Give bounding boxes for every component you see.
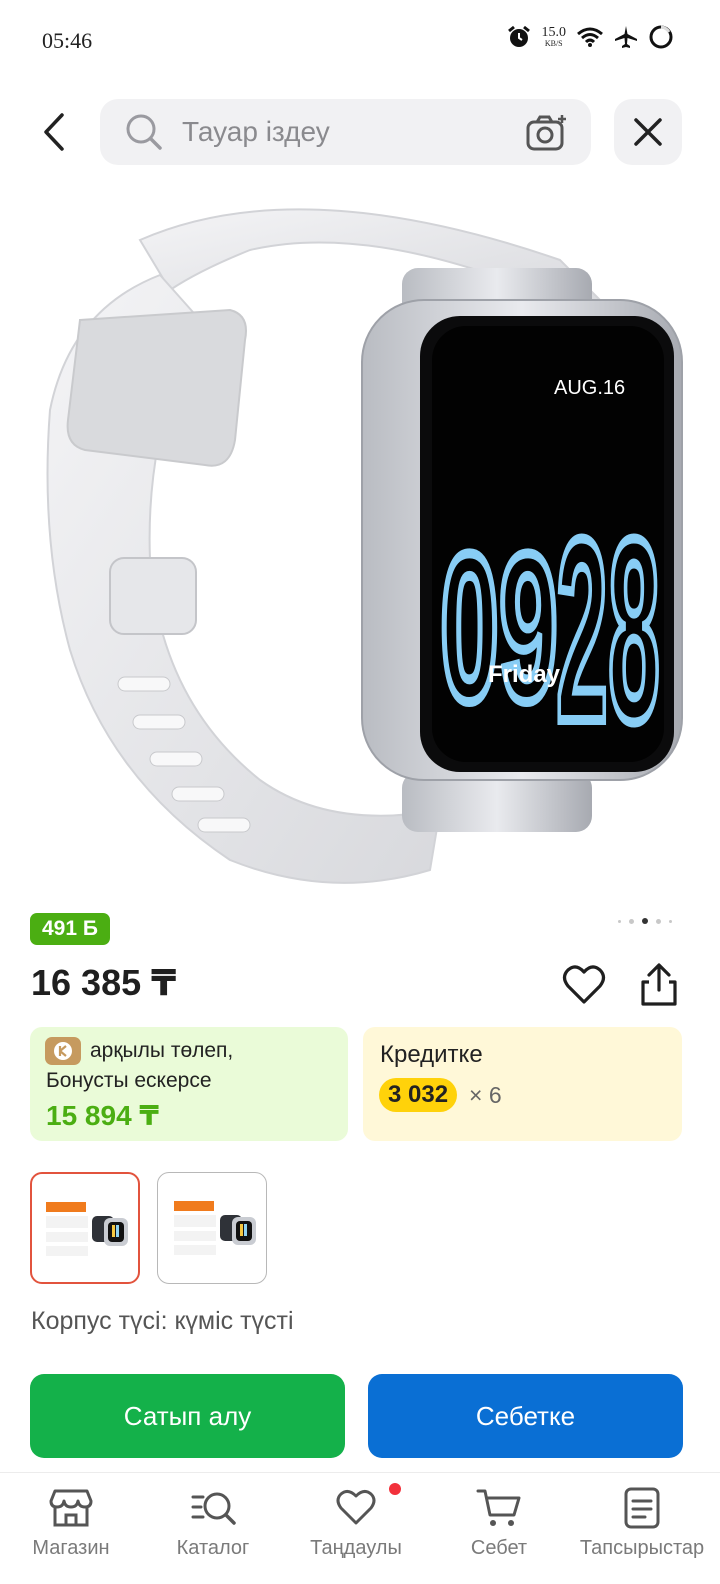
- back-arrow-icon: [44, 113, 64, 151]
- pager-dot: [669, 919, 672, 923]
- bonus-pay-line2: Бонусты ескерсе: [46, 1069, 212, 1092]
- kaspi-logo-icon: [45, 1037, 81, 1065]
- product-image[interactable]: AUG.16 09 28 Friday: [0, 180, 720, 900]
- nav-label: Каталог: [176, 1537, 250, 1559]
- net-speed: 15.0 KB/S: [542, 26, 567, 48]
- search-box[interactable]: [100, 99, 591, 165]
- watch-hours: 09: [440, 510, 558, 745]
- bonus-pay-amount: 15 894 ₸: [46, 1100, 159, 1131]
- airplane-icon: [614, 25, 638, 49]
- nav-item-catalog[interactable]: Каталог: [143, 1487, 283, 1560]
- gallery-pager: [618, 918, 672, 924]
- credit-monthly-amount: 3 032: [379, 1078, 458, 1112]
- bonus-badge: 491 Б: [30, 913, 110, 945]
- pager-dot: [656, 918, 661, 924]
- bonus-pay-line1: арқылы төлеп,: [90, 1039, 234, 1062]
- credit-months: × 6: [469, 1082, 502, 1108]
- catalog-search-icon: [191, 1492, 236, 1525]
- camera-search-icon[interactable]: [525, 113, 569, 158]
- nav-label: Таңдаулы: [310, 1537, 402, 1559]
- close-icon: [634, 118, 662, 146]
- variant-label: Корпус түсі: күміс түсті: [31, 1307, 294, 1335]
- net-speed-unit: KB/S: [544, 39, 563, 48]
- heart-icon: [562, 965, 606, 1004]
- favorites-notification-dot: [389, 1483, 401, 1495]
- pager-dot: [618, 919, 621, 923]
- nav-item-shop[interactable]: Магазин: [1, 1487, 141, 1560]
- watch-minutes: 28: [556, 486, 660, 776]
- cart-icon: [476, 1489, 521, 1526]
- product-price: 16 385 ₸: [31, 962, 177, 1003]
- shop-icon: [49, 1489, 93, 1527]
- search-header: [0, 96, 720, 168]
- orders-icon: [624, 1487, 660, 1529]
- nav-label: Магазин: [32, 1537, 110, 1559]
- share-icon: [641, 963, 677, 1006]
- net-speed-value: 15.0: [541, 25, 567, 40]
- heart-icon: [336, 1489, 376, 1525]
- search-input[interactable]: [182, 99, 502, 165]
- pay-with-bonus-card[interactable]: арқылы төлеп, Бонусты ескерсе 15 894 ₸: [30, 1027, 348, 1141]
- back-button[interactable]: [30, 106, 78, 158]
- nav-item-orders[interactable]: Тапсырыстар: [572, 1487, 712, 1560]
- watch-date: AUG.16: [554, 377, 625, 399]
- buy-button[interactable]: Сатып алу: [30, 1374, 345, 1458]
- nav-label: Себет: [470, 1537, 528, 1559]
- search-icon: [124, 112, 164, 157]
- pager-dot-active: [642, 918, 648, 924]
- pager-dot: [629, 918, 634, 924]
- variant-thumbnail-selected[interactable]: [30, 1172, 140, 1284]
- credit-card[interactable]: Кредитке 3 032 × 6: [363, 1027, 682, 1141]
- alarm-icon: [506, 24, 532, 50]
- bottom-nav: Магазин Каталог Таңдаулы Себет Тапсырыст…: [0, 1472, 720, 1584]
- variant-thumbnail[interactable]: [157, 1172, 267, 1284]
- status-time: 05:46: [42, 28, 93, 53]
- watch-day: Friday: [488, 661, 561, 688]
- close-button[interactable]: [614, 99, 682, 165]
- status-icons: 15.0 KB/S: [506, 24, 675, 50]
- battery-ring-icon: [648, 24, 674, 50]
- credit-title: Кредитке: [380, 1041, 483, 1068]
- wifi-icon: [576, 26, 604, 48]
- favorite-button[interactable]: [562, 962, 606, 1008]
- nav-label: Тапсырыстар: [579, 1537, 705, 1559]
- nav-item-cart[interactable]: Себет: [429, 1487, 569, 1560]
- share-button[interactable]: [637, 962, 681, 1008]
- add-to-cart-button[interactable]: Себетке: [368, 1374, 683, 1458]
- nav-item-favorites[interactable]: Таңдаулы: [286, 1487, 426, 1560]
- status-bar: 05:46 15.0 KB/S: [0, 0, 720, 80]
